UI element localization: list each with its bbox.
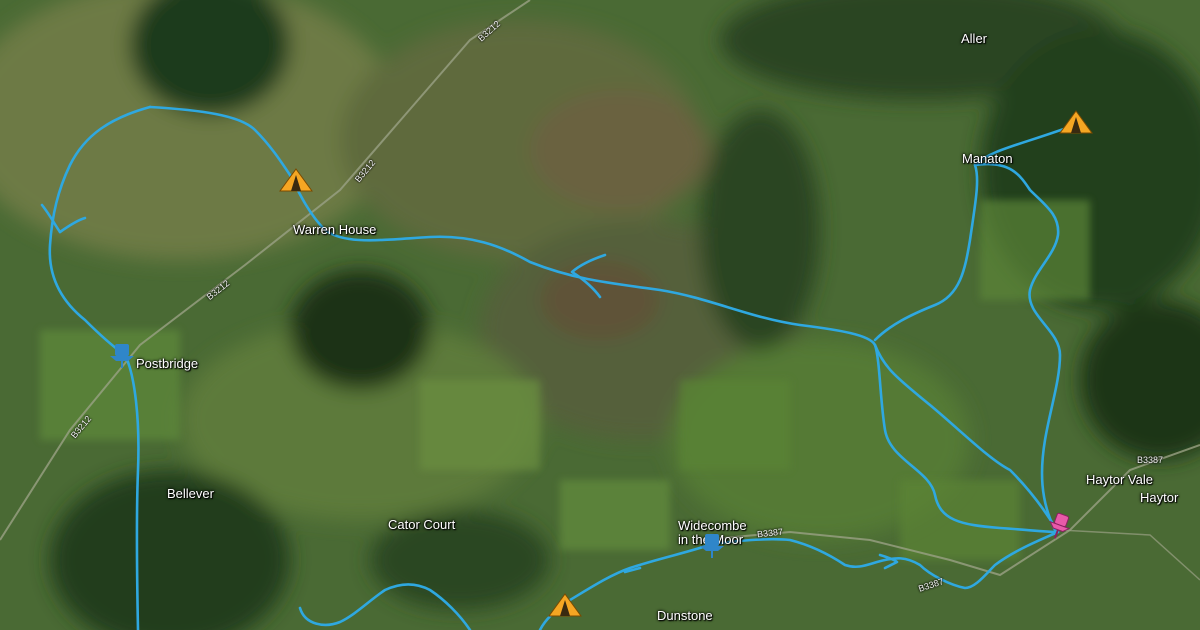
- place-label-warren-house[interactable]: Warren House: [293, 223, 376, 237]
- campsite-marker[interactable]: [279, 168, 313, 197]
- destination-marker[interactable]: [1046, 512, 1072, 547]
- tent-icon: [1059, 110, 1093, 134]
- waypoint-marker[interactable]: [108, 342, 136, 373]
- pushpin-icon: [700, 534, 724, 558]
- campsite-marker[interactable]: [548, 593, 582, 622]
- place-label-cator-court[interactable]: Cator Court: [388, 518, 455, 532]
- place-label-postbridge[interactable]: Postbridge: [136, 357, 198, 371]
- pushpin-icon: [110, 344, 134, 368]
- place-label-dunstone[interactable]: Dunstone: [657, 609, 713, 623]
- road-label-b3387: B3387: [1137, 455, 1164, 465]
- place-label-aller[interactable]: Aller: [961, 32, 987, 46]
- waypoint-marker[interactable]: [698, 532, 726, 563]
- place-label-manaton[interactable]: Manaton: [962, 152, 1013, 166]
- place-label-haytor-vale[interactable]: Haytor Vale: [1086, 473, 1153, 487]
- pin-icon: [1049, 512, 1071, 539]
- place-label-haytor[interactable]: Haytor: [1140, 491, 1178, 505]
- place-label-bellever[interactable]: Bellever: [167, 487, 214, 501]
- campsite-marker[interactable]: [1059, 110, 1093, 139]
- satellite-imagery: [0, 0, 1200, 630]
- satellite-map[interactable]: Aller Manaton Warren House Postbridge Be…: [0, 0, 1200, 630]
- tent-icon: [548, 593, 582, 617]
- tent-icon: [279, 168, 313, 192]
